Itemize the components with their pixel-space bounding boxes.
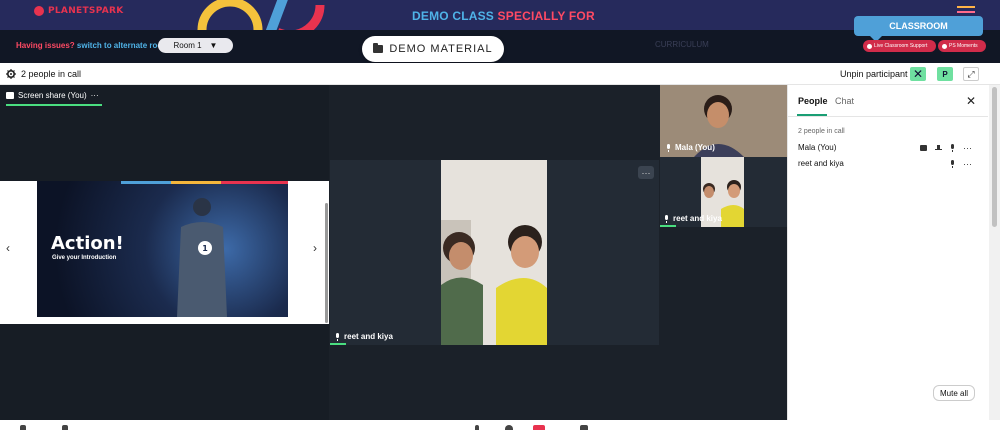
live-support-label: Live Classroom Support bbox=[874, 43, 928, 49]
logo-text: PLANETSPARK bbox=[48, 6, 124, 16]
video-stage: Screen share (You) ··· ‹ 1 Action! Give … bbox=[0, 85, 787, 420]
demo-material-button[interactable]: DEMO MATERIAL bbox=[362, 36, 504, 62]
mic-icon[interactable] bbox=[950, 144, 955, 152]
mala-tile[interactable]: Mala (You) bbox=[660, 85, 787, 157]
slide-subtitle: Give your Introduction bbox=[52, 255, 117, 261]
list-item[interactable]: Mala (You) ··· bbox=[798, 143, 978, 155]
screen-scrollbar[interactable] bbox=[325, 203, 328, 323]
folder-icon bbox=[373, 43, 384, 53]
classroom-tab[interactable]: CLASSROOM bbox=[854, 16, 983, 42]
mala-tile-label: Mala (You) bbox=[666, 143, 715, 152]
pin-icon[interactable] bbox=[935, 144, 942, 152]
main-tile-label: reet and kiya bbox=[335, 332, 393, 341]
toolbar-icon[interactable] bbox=[62, 425, 68, 430]
speaking-underline bbox=[330, 343, 346, 345]
demo-title-part1: DEMO CLASS bbox=[412, 9, 498, 23]
toolbar-icon[interactable] bbox=[505, 425, 513, 430]
more-options-icon[interactable]: ··· bbox=[963, 143, 972, 153]
room-select-value: Room 1 bbox=[173, 41, 202, 50]
list-item[interactable]: reet and kiya ··· bbox=[798, 159, 978, 171]
active-underline bbox=[6, 104, 102, 106]
curriculum-tab[interactable]: CURRICULUM bbox=[655, 40, 709, 49]
scrollbar-thumb[interactable] bbox=[992, 87, 997, 227]
planetspark-logo[interactable]: PLANETSPARK bbox=[34, 6, 124, 16]
toolbar-icon[interactable] bbox=[533, 425, 545, 430]
tab-chat[interactable]: Chat bbox=[835, 96, 854, 106]
screen-share-text: Screen share (You) bbox=[18, 91, 87, 100]
tab-people[interactable]: People bbox=[798, 96, 828, 106]
mic-icon[interactable] bbox=[950, 160, 955, 168]
issues-question: Having issues? bbox=[16, 41, 75, 50]
presenting-icon bbox=[920, 145, 927, 151]
toolbar-icon[interactable] bbox=[475, 425, 479, 430]
tile-more-options-icon[interactable]: ··· bbox=[638, 166, 654, 179]
banner-decor-arcs-icon bbox=[197, 0, 325, 30]
people-panel: People Chat ✕ 2 people in call Mala (You… bbox=[787, 85, 988, 420]
ps-moments-button[interactable]: PS Moments bbox=[938, 40, 986, 52]
present-screen-icon bbox=[6, 92, 14, 99]
mic-icon bbox=[664, 214, 669, 223]
demo-title-part2: SPECIALLY FOR bbox=[497, 9, 595, 23]
unpin-button[interactable]: ✕ bbox=[910, 67, 926, 81]
person-name: Mala (You) bbox=[798, 143, 837, 152]
meet-header: 2 people in call Unpin participant ✕ P ⤢ bbox=[0, 63, 1000, 85]
chevron-right-icon[interactable]: › bbox=[313, 241, 317, 255]
more-options-icon[interactable]: ··· bbox=[91, 91, 99, 100]
mic-icon bbox=[335, 332, 340, 341]
moments-icon bbox=[942, 43, 947, 49]
slide-color-bar bbox=[121, 181, 288, 184]
demo-class-title: DEMO CLASS SPECIALLY FOR bbox=[412, 9, 595, 23]
row-actions: ··· bbox=[920, 143, 972, 153]
ps-moments-label: PS Moments bbox=[949, 43, 978, 49]
support-icon bbox=[867, 43, 872, 49]
main-video-feed bbox=[441, 160, 547, 345]
row-actions: ··· bbox=[950, 159, 972, 169]
toolbar-icon[interactable] bbox=[20, 425, 26, 430]
expand-icon[interactable]: ⤢ bbox=[963, 67, 979, 81]
main-tile-name: reet and kiya bbox=[344, 332, 393, 341]
slide-viewer: ‹ 1 Action! Give your Introduction › bbox=[0, 181, 329, 324]
presenter-silhouette-icon: 1 bbox=[177, 198, 227, 317]
in-call-count: 2 people in call bbox=[798, 128, 845, 135]
mic-icon bbox=[666, 143, 671, 152]
panel-divider bbox=[788, 116, 988, 117]
chevron-left-icon[interactable]: ‹ bbox=[6, 241, 10, 255]
speaking-underline bbox=[660, 225, 676, 227]
toolbar-icon[interactable] bbox=[580, 425, 588, 430]
people-count: 2 people in call bbox=[21, 69, 82, 79]
participant-avatar[interactable]: P bbox=[937, 67, 953, 81]
logo-mark-icon bbox=[34, 6, 44, 16]
main-participant-tile[interactable]: ··· reet and kiya bbox=[330, 160, 659, 345]
gear-icon[interactable] bbox=[6, 69, 16, 79]
bottom-toolbar bbox=[0, 420, 1000, 430]
screen-share-label: Screen share (You) ··· bbox=[6, 91, 99, 100]
participants-video-icon bbox=[441, 160, 547, 345]
slide-number: 1 bbox=[202, 244, 208, 253]
reet-small-tile[interactable]: reet and kiya bbox=[660, 157, 787, 227]
demo-material-label: DEMO MATERIAL bbox=[389, 43, 493, 55]
caret-down-icon: ▼ bbox=[209, 41, 218, 50]
close-x-icon: ✕ bbox=[912, 67, 924, 81]
classroom-navbar: Having issues? switch to alternate room … bbox=[0, 16, 1000, 63]
mala-tile-name: Mala (You) bbox=[675, 143, 715, 152]
mute-all-button[interactable]: Mute all bbox=[933, 385, 975, 401]
top-banner: PLANETSPARK DEMO CLASS SPECIALLY FOR bbox=[0, 0, 1000, 30]
live-support-button[interactable]: Live Classroom Support bbox=[863, 40, 936, 52]
screen-share-tile[interactable]: Screen share (You) ··· ‹ 1 Action! Give … bbox=[0, 85, 329, 420]
small-tile-name: reet and kiya bbox=[673, 214, 722, 223]
close-panel-icon[interactable]: ✕ bbox=[966, 94, 976, 108]
unpin-label: Unpin participant bbox=[840, 69, 908, 79]
small-tile-label: reet and kiya bbox=[664, 214, 722, 223]
presentation-slide: 1 Action! Give your Introduction bbox=[37, 181, 288, 317]
slide-title: Action! bbox=[51, 233, 124, 254]
switch-room-link[interactable]: switch to alternate room bbox=[75, 41, 169, 50]
room-select[interactable]: Room 1 ▼ bbox=[158, 38, 233, 53]
person-name: reet and kiya bbox=[798, 159, 844, 168]
window-scrollbar[interactable] bbox=[989, 85, 1000, 420]
more-options-icon[interactable]: ··· bbox=[963, 159, 972, 169]
issues-notice: Having issues? switch to alternate room bbox=[16, 41, 169, 50]
